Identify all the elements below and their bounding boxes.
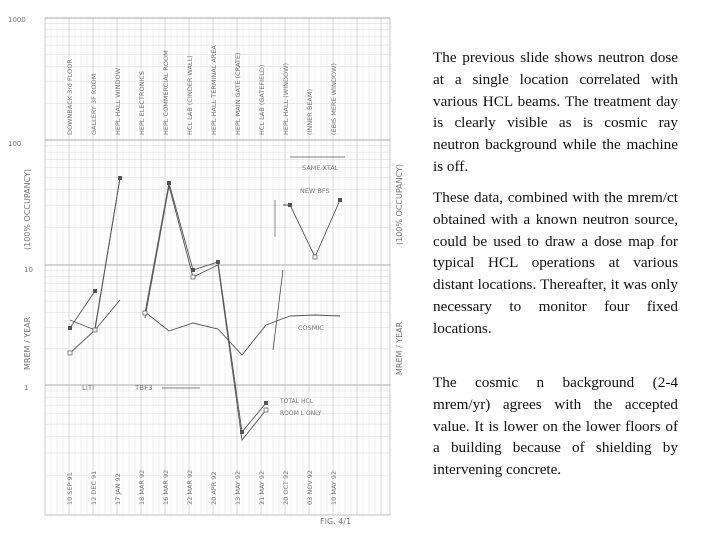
date-label: 13 MAY 92 bbox=[234, 471, 242, 505]
beam-label: GALLERY 3F ROOM bbox=[90, 74, 98, 135]
beam-label: HEPL MAIN GATE (CRATE) bbox=[234, 52, 242, 135]
annotation-tbf: TBF3 bbox=[134, 384, 153, 392]
beam-label: (EBIS MERE WINDOW) bbox=[330, 63, 338, 135]
beam-label: HEPL HALL TERMINAL AREA bbox=[210, 45, 218, 135]
date-label: 16 MAR 92 bbox=[162, 470, 170, 505]
right-axis-label: MREM / YEAR bbox=[395, 321, 404, 375]
date-label: 18 MAR 92 bbox=[138, 470, 146, 505]
beam-label: HEPL ELECTRONICS bbox=[138, 71, 146, 135]
paragraph-dose-map: These data, combined with the mrem/ct ob… bbox=[433, 189, 678, 337]
beam-label: HEPL COMMERCIAL ROOM bbox=[162, 50, 170, 135]
beam-label: HCL LAB (CINDER WALL) bbox=[186, 55, 194, 135]
date-label: 22 MAR 92 bbox=[186, 470, 194, 505]
date-label: 10 MAY 92 bbox=[330, 471, 338, 505]
annotation-new-bfs: NEW BFS bbox=[300, 187, 330, 195]
annotation-total-hcl: TOTAL HCL bbox=[279, 398, 314, 405]
y-tick-1: 1 bbox=[24, 384, 28, 392]
annotation-liti: LiTI bbox=[82, 384, 94, 392]
beam-label: HCL LAB (GATEFIELD) bbox=[258, 65, 266, 135]
annotation-same-xtal: SAME XTAL bbox=[302, 164, 339, 172]
y-tick-1000: 1000 bbox=[8, 16, 26, 24]
date-label: 20 OCT 92 bbox=[282, 471, 290, 505]
beam-label: DOWNBACK 3rd FLOOR bbox=[66, 59, 74, 135]
beam-label: HEPL HALL WINDOW bbox=[114, 67, 122, 135]
annotation-cosmic: COSMIC bbox=[298, 324, 324, 332]
left-axis-label-upper: (100% OCCUPANCY) bbox=[23, 169, 32, 250]
date-label: 20 APR 92 bbox=[210, 471, 218, 505]
y-tick-100: 100 bbox=[8, 140, 21, 148]
date-label: 17 JAN 92 bbox=[114, 473, 122, 505]
y-tick-10: 10 bbox=[24, 266, 33, 274]
right-axis-label-upper: (100% OCCUPANCY) bbox=[395, 164, 404, 245]
date-label: 12 DEC 91 bbox=[90, 471, 98, 505]
paragraph-neutron-dose: The previous slide shows neutron dose at… bbox=[433, 49, 678, 175]
beam-label: HEPL HALL (WINDOW) bbox=[282, 63, 290, 135]
left-axis-label: MREM / YEAR bbox=[23, 316, 32, 370]
paragraph-cosmic-background: The cosmic n background (2-4 mrem/yr) ag… bbox=[433, 374, 678, 479]
date-label: 03 NOV 92 bbox=[306, 470, 314, 505]
scanned-dose-graph: 1000 100 10 1 MREM / YEAR (100% OCCUPANC… bbox=[8, 16, 404, 526]
figure-caption: FIG. 4/1 bbox=[320, 517, 351, 526]
beam-label: (INNER BEAM) bbox=[306, 89, 314, 135]
annotation-room-only: ROOM L ONLY bbox=[280, 410, 322, 417]
date-label: 10 SEP 91 bbox=[66, 472, 74, 505]
date-label: 21 MAY 92 bbox=[258, 471, 266, 505]
